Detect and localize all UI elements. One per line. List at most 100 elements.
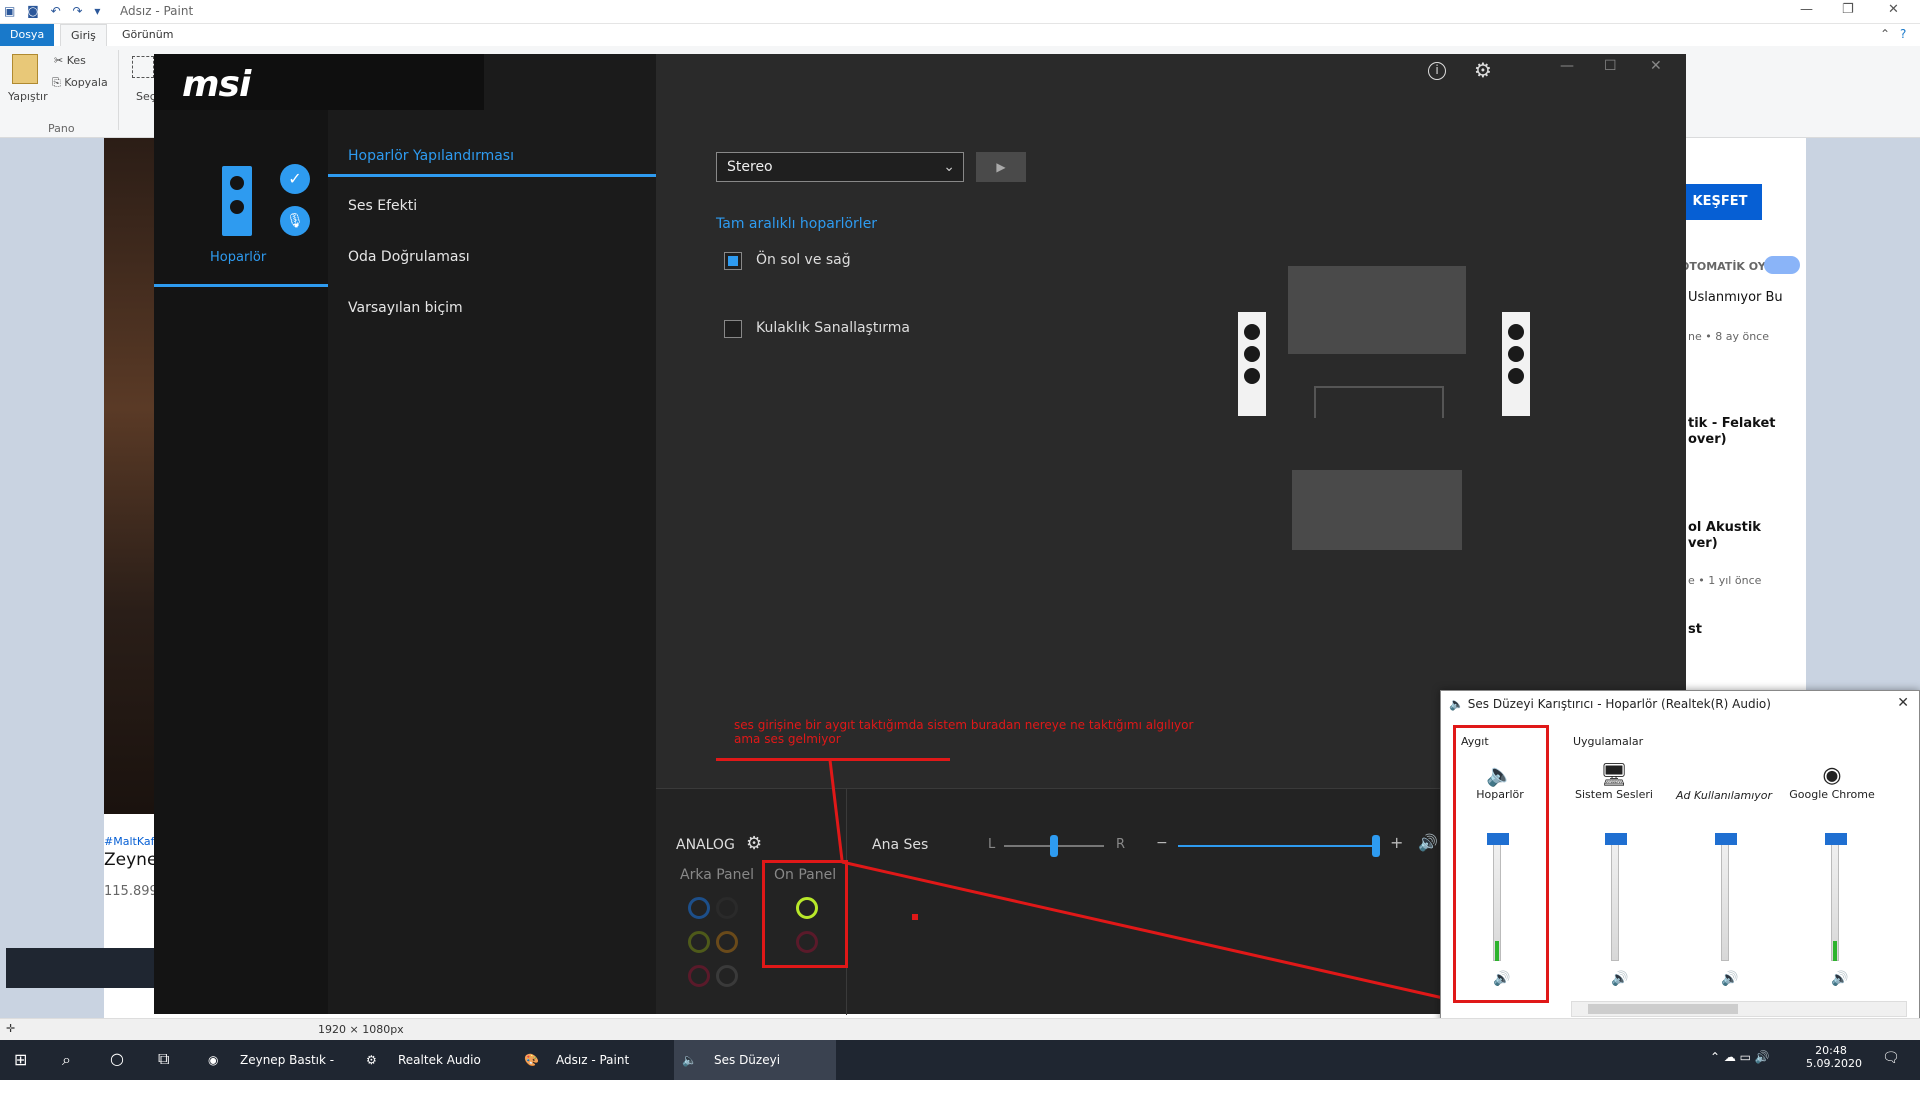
menu-sound-effect[interactable]: Ses Efekti: [348, 198, 417, 214]
select-button[interactable]: Seç: [136, 90, 156, 103]
copy-button[interactable]: ⎘ Kopyala: [52, 76, 108, 90]
start-icon[interactable]: ⊞: [14, 1050, 27, 1069]
speaker-driver: [1244, 368, 1260, 384]
menu-speaker-config[interactable]: Hoparlör Yapılandırması: [348, 148, 514, 164]
taskbar-item-paint[interactable]: 🎨 Adsız - Paint: [516, 1040, 672, 1080]
tab-file[interactable]: Dosya: [0, 24, 54, 46]
explore-button[interactable]: KEŞFET: [1678, 184, 1762, 220]
related-title[interactable]: ol Akustik: [1688, 520, 1761, 535]
paste-icon[interactable]: [12, 54, 38, 84]
balance-right-label: R: [1116, 837, 1126, 852]
volume-slider-thumb[interactable]: [1372, 835, 1380, 857]
front-lr-checkbox[interactable]: [724, 252, 742, 270]
volume-down-button[interactable]: −: [1156, 835, 1168, 851]
close-icon[interactable]: ✕: [1650, 58, 1662, 74]
close-icon[interactable]: ✕: [1897, 695, 1909, 711]
system-sounds-icon: 🖥: [1600, 763, 1628, 788]
rear-jack-green[interactable]: [688, 931, 710, 953]
taskbar-item-chrome[interactable]: ◉ Zeynep Bastık - Fel...: [200, 1040, 356, 1107]
related-title[interactable]: tik - Felaket: [1688, 416, 1776, 431]
hashtag-link[interactable]: #MaltKaf: [104, 835, 154, 848]
mute-icon[interactable]: 🔊: [1611, 971, 1628, 987]
clipboard-group-label: Pano: [48, 122, 75, 135]
play-test-button[interactable]: ▶: [976, 152, 1026, 182]
desk-graphic: [1314, 386, 1444, 418]
related-title[interactable]: ver): [1688, 536, 1718, 551]
speaker-config-select[interactable]: Stereo ⌄: [716, 152, 964, 182]
apps-section-label: Uygulamalar: [1573, 735, 1644, 748]
volume-up-button[interactable]: +: [1390, 833, 1403, 852]
taskbar-item-volume-mixer[interactable]: 🔈 Ses Düzeyi Karıştırıc...: [674, 1040, 836, 1107]
rear-jack-black[interactable]: [716, 897, 738, 919]
microphone-icon[interactable]: 🎙: [280, 206, 310, 236]
maximize-icon[interactable]: ☐: [1604, 58, 1617, 74]
search-icon[interactable]: ⌕: [62, 1050, 71, 1070]
annotation-underline: [716, 758, 950, 761]
mixer-channel-chrome: ◉ Google Chrome: [1777, 763, 1887, 801]
line-in-jack[interactable]: [688, 897, 710, 919]
embedded-taskbar: [6, 948, 156, 988]
mute-icon[interactable]: 🔊: [1493, 971, 1510, 987]
mute-icon[interactable]: 🔊: [1831, 971, 1848, 987]
settings-gear-icon[interactable]: ⚙: [1474, 58, 1492, 82]
volume-slider-thumb[interactable]: [1605, 833, 1627, 845]
paste-button[interactable]: Yapıştır: [8, 90, 48, 103]
volume-mixer-icon: 🔈: [682, 1053, 697, 1067]
front-lr-label: Ön sol ve sağ: [756, 252, 851, 268]
left-speaker-icon[interactable]: [1238, 312, 1266, 416]
collapse-ribbon-icon[interactable]: ⌃: [1880, 27, 1890, 41]
maximize-icon[interactable]: ❐: [1842, 2, 1854, 17]
scrollbar-thumb[interactable]: [1588, 1004, 1738, 1014]
minimize-icon[interactable]: —: [1800, 2, 1813, 17]
menu-room-correction[interactable]: Oda Doğrulaması: [348, 249, 470, 265]
notification-icon[interactable]: 🗨: [1882, 1050, 1900, 1066]
minimize-icon[interactable]: —: [1560, 58, 1574, 74]
menu-default-format[interactable]: Varsayılan biçim: [348, 300, 463, 316]
clock[interactable]: 20:48 5.09.2020: [1806, 1044, 1862, 1070]
speaker-driver: [1244, 324, 1260, 340]
channel-label: Google Chrome: [1789, 788, 1875, 801]
tray-icons[interactable]: ⌃ ☁ ▭ 🔊: [1710, 1050, 1770, 1064]
task-view-icon[interactable]: ⧉: [158, 1049, 169, 1069]
quick-access-toolbar[interactable]: ▣ ◙ ↶ ↷ ▾: [4, 4, 104, 18]
info-icon[interactable]: i: [1428, 62, 1446, 80]
autoplay-toggle[interactable]: [1764, 256, 1800, 274]
mixer-channel-system: 🖥 Sistem Sesleri: [1559, 763, 1669, 801]
tab-home[interactable]: Giriş: [60, 24, 107, 46]
speaker-mute-icon[interactable]: 🔊: [1418, 833, 1438, 852]
app-icon-placeholder: [1669, 763, 1779, 789]
select-icon[interactable]: [132, 56, 154, 78]
volume-slider-thumb[interactable]: [1825, 833, 1847, 845]
menu-panel: Hoparlör Yapılandırması Ses Efekti Oda D…: [328, 110, 656, 1014]
mixer-title: 🔈 Ses Düzeyi Karıştırıcı - Hoparlör (Rea…: [1449, 697, 1771, 711]
analog-settings-gear-icon[interactable]: ⚙: [746, 833, 762, 854]
headphone-virtualization-checkbox[interactable]: [724, 320, 742, 338]
speaker-device-icon[interactable]: [222, 166, 252, 236]
related-title[interactable]: over): [1688, 432, 1727, 447]
volume-slider-thumb[interactable]: [1487, 833, 1509, 845]
speaker-driver: [230, 176, 244, 190]
related-title[interactable]: st: [1688, 622, 1702, 637]
help-icon[interactable]: ?: [1900, 27, 1906, 41]
device-rail: ✓ 🎙 Hoparlör: [154, 110, 328, 1014]
horizontal-scrollbar[interactable]: [1571, 1001, 1907, 1017]
right-speaker-icon[interactable]: [1502, 312, 1530, 416]
rear-jack-pink[interactable]: [688, 965, 710, 987]
rear-jack-orange[interactable]: [716, 931, 738, 953]
cut-button[interactable]: ✂ Kes: [54, 54, 86, 67]
balance-slider-thumb[interactable]: [1050, 835, 1058, 857]
cortana-icon[interactable]: ○: [110, 1049, 124, 1068]
windows-taskbar: ⊞ ⌕ ○ ⧉ ◉ Zeynep Bastık - Fel... ⚙ Realtek…: [0, 1040, 1920, 1107]
rear-jack-grey[interactable]: [716, 965, 738, 987]
active-device-indicator: [154, 284, 328, 287]
annotation-line-1: ses girişine bir aygıt taktığımda sistem…: [734, 718, 1194, 732]
cursor-position-icon: ✛: [6, 1022, 16, 1035]
close-icon[interactable]: ✕: [1888, 2, 1899, 17]
speaker-device-icon[interactable]: 🔈: [1445, 763, 1555, 788]
taskbar-item-realtek[interactable]: ⚙ Realtek Audio Cons...: [358, 1040, 514, 1107]
related-title[interactable]: Uslanmıyor Bu: [1688, 290, 1783, 305]
mute-icon[interactable]: 🔊: [1721, 971, 1738, 987]
ribbon-tabs: Dosya Giriş Görünüm ⌃ ?: [0, 24, 1920, 46]
volume-slider-thumb[interactable]: [1715, 833, 1737, 845]
tab-view[interactable]: Görünüm: [112, 24, 183, 46]
